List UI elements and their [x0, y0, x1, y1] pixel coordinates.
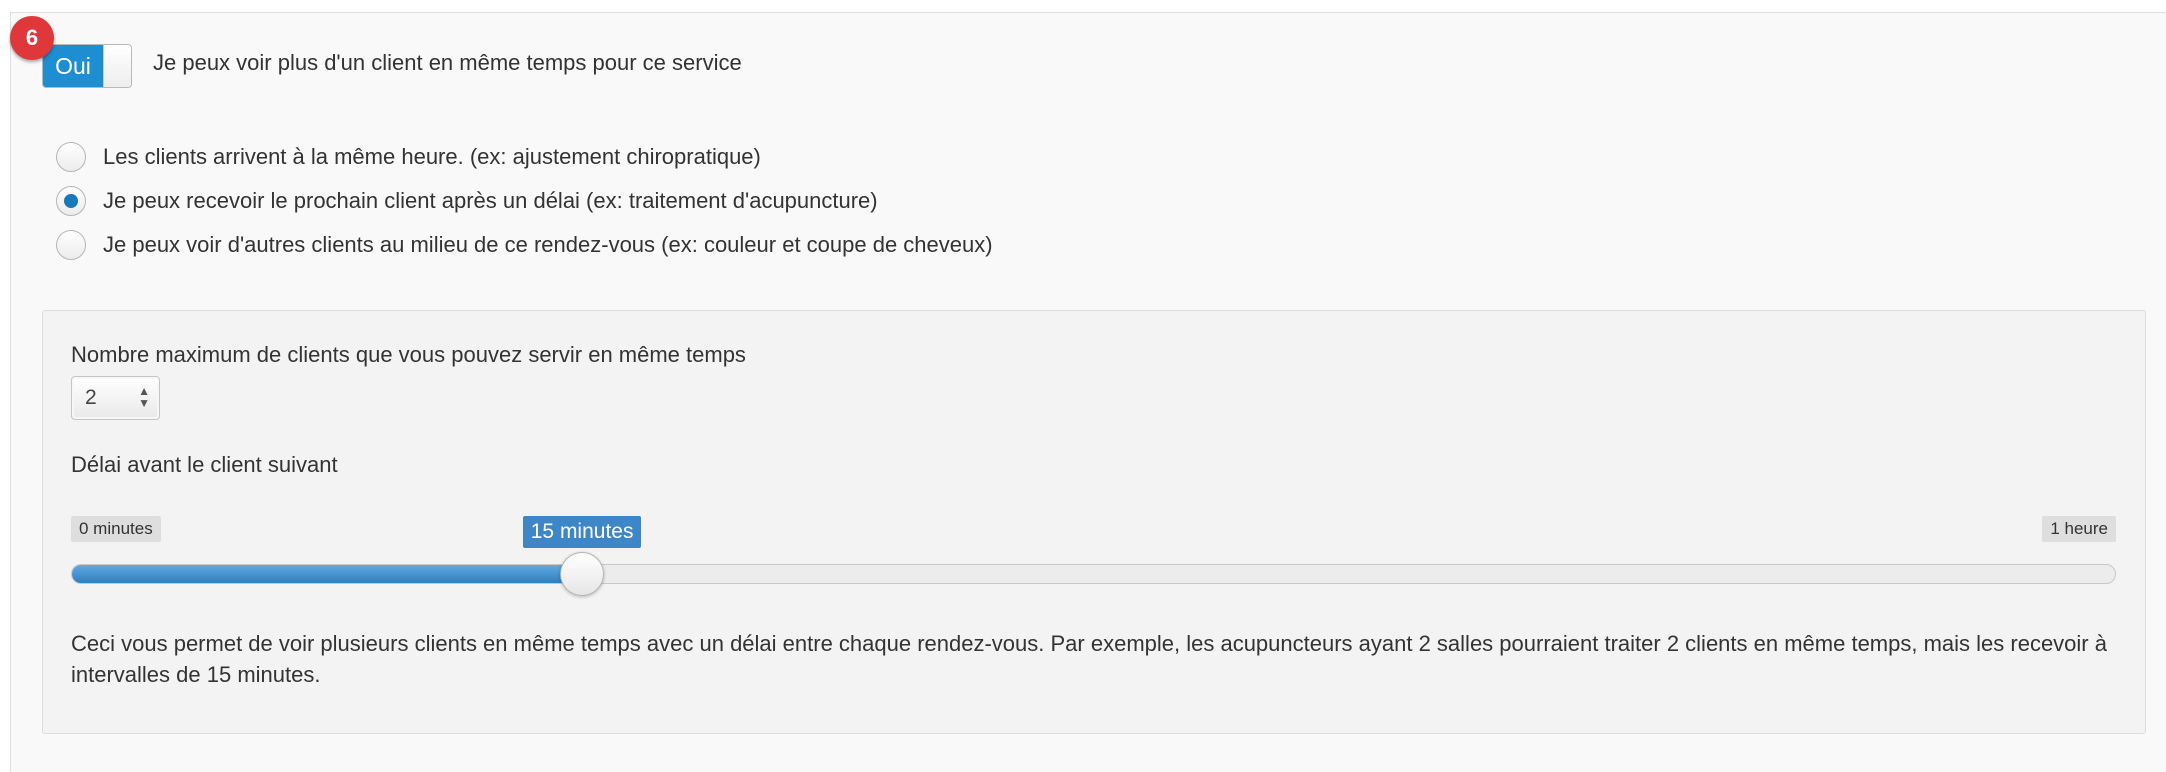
max-clients-value: 2 — [85, 386, 97, 409]
radio-button[interactable] — [56, 186, 86, 216]
radio-button[interactable] — [56, 142, 86, 172]
multi-client-toggle-label: Je peux voir plus d'un client en même te… — [153, 50, 742, 75]
max-clients-stepper[interactable]: 2 ▲ ▼ — [71, 376, 160, 420]
toggle-knob — [103, 45, 131, 87]
toggle-on-label: Oui — [43, 45, 103, 87]
delay-slider-handle[interactable] — [560, 552, 605, 596]
radio-label: Je peux recevoir le prochain client aprè… — [103, 188, 878, 213]
radio-label: Je peux voir d'autres clients au milieu … — [103, 232, 993, 257]
delay-slider-fill — [72, 565, 584, 583]
delay-label: Délai avant le client suivant — [71, 452, 338, 477]
multi-client-toggle[interactable]: Oui — [42, 44, 132, 88]
stepper-arrows-icon[interactable]: ▲ ▼ — [138, 385, 150, 409]
radio-option-delay[interactable]: Je peux recevoir le prochain client aprè… — [56, 185, 878, 217]
slider-max-label: 1 heure — [2042, 516, 2116, 542]
slider-min-label: 0 minutes — [71, 516, 161, 542]
delay-slider-track[interactable] — [71, 564, 2116, 584]
radio-label: Les clients arrivent à la même heure. (e… — [103, 144, 761, 169]
slider-current-value: 15 minutes — [522, 516, 642, 548]
step-badge: 6 — [10, 16, 54, 60]
radio-option-same-time[interactable]: Les clients arrivent à la même heure. (e… — [56, 141, 761, 173]
max-clients-label: Nombre maximum de clients que vous pouve… — [71, 342, 746, 367]
delay-description: Ceci vous permet de voir plusieurs clien… — [71, 631, 2107, 687]
radio-button[interactable] — [56, 230, 86, 260]
radio-option-overlap[interactable]: Je peux voir d'autres clients au milieu … — [56, 229, 993, 261]
